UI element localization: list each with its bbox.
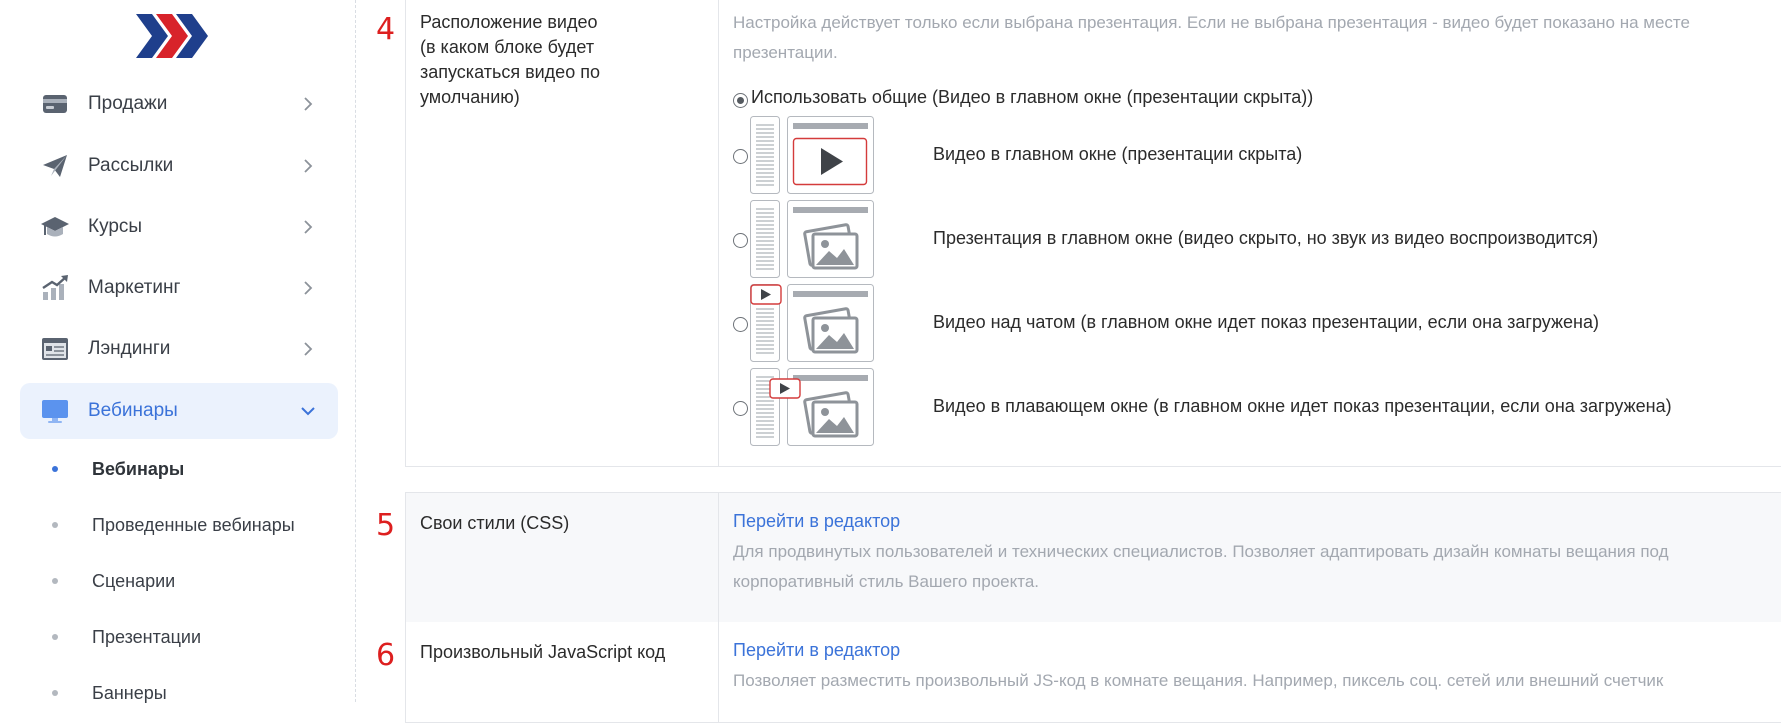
video-position-hint: Настройка действует только если выбрана … <box>733 8 1781 68</box>
option-label: Презентация в главном окне (видео скрыто… <box>933 228 1599 248</box>
wallet-icon <box>43 95 67 113</box>
label-line: запускаться видео по <box>420 62 600 82</box>
chevron-right-icon <box>304 159 313 173</box>
sidebar-item-webinars[interactable]: Вебинары <box>20 383 338 439</box>
bullet-dot <box>52 522 58 528</box>
graduation-cap-icon <box>41 217 69 237</box>
bullet-dot <box>52 690 58 696</box>
radio-presentation-main[interactable] <box>733 233 748 248</box>
chevron-right-icon <box>304 281 313 295</box>
presentation-main-layout-icon[interactable] <box>750 200 875 278</box>
option-label: Видео над чатом (в главном окне идет пок… <box>933 312 1599 332</box>
column-divider <box>718 622 719 722</box>
custom-js-hint: Позволяет разместить произвольный JS-код… <box>733 671 1664 690</box>
radio-video-floating[interactable] <box>733 401 748 416</box>
css-editor-link[interactable]: Перейти в редактор <box>733 511 900 532</box>
sidebar-item-label: Продажи <box>88 93 168 114</box>
option-label: Использовать общие (Видео в главном окне… <box>751 87 1314 107</box>
sidebar: Продажи Рассылки Курсы Маркетинг Лэндинг… <box>0 0 356 703</box>
row-number-annotation: 6 <box>376 638 396 673</box>
custom-js-label: Произвольный JavaScript код <box>420 642 666 662</box>
video-position-row: Расположение видео (в каком блоке будет … <box>405 0 1781 467</box>
sidebar-subitem-banners[interactable]: Баннеры <box>52 678 167 708</box>
sidebar-subitem-label: Баннеры <box>92 682 167 703</box>
chart-growth-icon <box>42 275 68 300</box>
chevron-right-icon <box>304 342 313 356</box>
sidebar-item-landings[interactable]: Лэндинги <box>20 321 338 377</box>
sidebar-item-marketing[interactable]: Маркетинг <box>20 260 338 316</box>
label-line: умолчанию) <box>420 87 520 107</box>
chevron-right-icon <box>304 220 313 234</box>
option-label: Видео в плавающем окне (в главном окне и… <box>933 396 1672 416</box>
hint-line: презентации. <box>733 43 838 62</box>
sidebar-item-label: Рассылки <box>88 155 174 176</box>
sidebar-subitem-webinars[interactable]: Вебинары <box>52 454 184 484</box>
hint-line: Настройка действует только если выбрана … <box>733 13 1690 32</box>
chevron-down-icon <box>301 407 315 416</box>
video-position-label: Расположение видео (в каком блоке будет … <box>420 10 700 110</box>
radio-video-main[interactable] <box>733 149 748 164</box>
sidebar-subitem-scenarios[interactable]: Сценарии <box>52 566 175 596</box>
sidebar-subitem-label: Вебинары <box>92 458 185 479</box>
monitor-icon <box>42 400 68 423</box>
js-editor-link[interactable]: Перейти в редактор <box>733 640 900 661</box>
custom-css-row: Свои стили (CSS) Перейти в редактор Для … <box>405 492 1781 624</box>
sidebar-subitem-presentations[interactable]: Презентации <box>52 622 201 652</box>
video-over-chat-layout-icon[interactable] <box>750 284 875 362</box>
sidebar-item-courses[interactable]: Курсы <box>20 199 338 255</box>
sidebar-item-label: Маркетинг <box>88 277 181 298</box>
row-number-annotation: 5 <box>376 508 396 543</box>
chevrons-logo-icon[interactable] <box>136 12 212 60</box>
radio-use-common[interactable] <box>733 93 748 108</box>
hint-line: корпоративный стиль Вашего проекта. <box>733 572 1040 591</box>
label-line: Расположение видео <box>420 12 598 32</box>
column-divider <box>718 0 719 466</box>
bullet-dot <box>52 634 58 640</box>
column-divider <box>718 493 719 623</box>
custom-css-hint: Для продвинутых пользователей и техничес… <box>733 537 1781 597</box>
sidebar-item-mailings[interactable]: Рассылки <box>20 138 338 194</box>
bullet-dot <box>52 578 58 584</box>
bullet-dot <box>52 466 58 472</box>
radio-video-over-chat[interactable] <box>733 317 748 332</box>
sidebar-item-label: Лэндинги <box>88 338 171 359</box>
sidebar-subitem-past-webinars[interactable]: Проведенные вебинары <box>52 510 295 540</box>
row-number-annotation: 4 <box>376 12 396 47</box>
sidebar-item-label: Вебинары <box>88 400 178 421</box>
sidebar-subitem-label: Презентации <box>92 626 202 647</box>
paper-plane-icon <box>43 155 67 177</box>
landing-page-icon <box>42 338 68 360</box>
video-floating-layout-icon[interactable] <box>750 368 875 446</box>
label-line: (в каком блоке будет <box>420 37 595 57</box>
custom-css-label: Свои стили (CSS) <box>420 513 570 533</box>
option-label: Видео в главном окне (презентации скрыта… <box>933 144 1303 164</box>
sidebar-subitem-label: Сценарии <box>92 570 176 591</box>
settings-main: 4 Расположение видео (в каком блоке буде… <box>356 0 1781 723</box>
video-main-layout-icon[interactable] <box>750 116 875 194</box>
chevron-right-icon <box>304 97 313 111</box>
hint-line: Для продвинутых пользователей и техничес… <box>733 542 1669 561</box>
sidebar-item-label: Курсы <box>88 216 143 237</box>
sidebar-item-sales[interactable]: Продажи <box>20 76 338 132</box>
custom-js-row: Произвольный JavaScript код Перейти в ре… <box>405 622 1781 723</box>
sidebar-subitem-label: Проведенные вебинары <box>92 514 295 535</box>
